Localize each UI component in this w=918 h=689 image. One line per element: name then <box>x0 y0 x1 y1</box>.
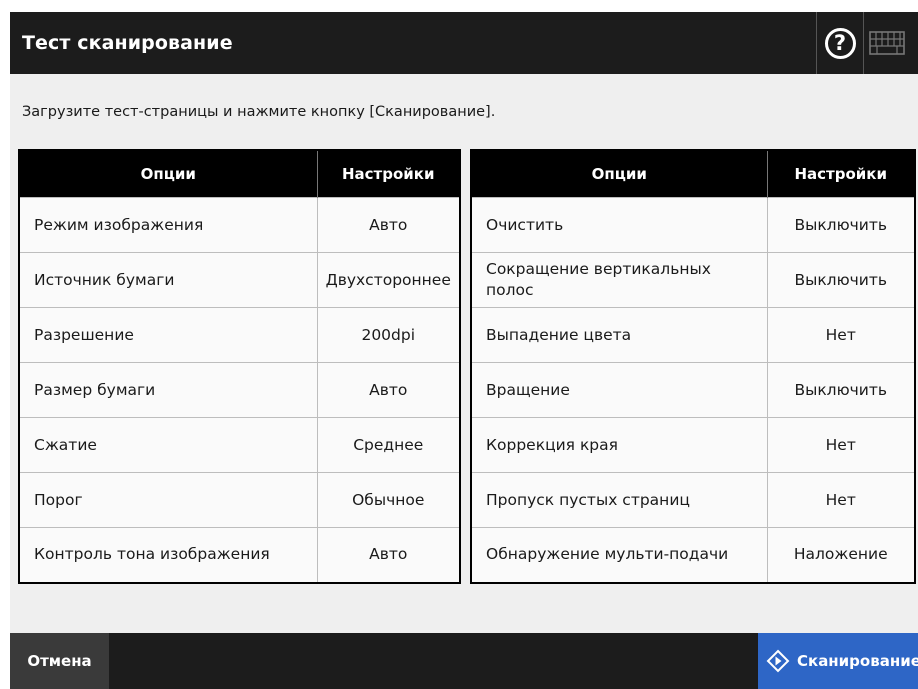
option-name: Очистить <box>471 197 767 253</box>
keyboard-button[interactable] <box>863 12 910 74</box>
scan-diamond-icon <box>766 649 790 673</box>
option-value: Выключить <box>766 197 915 253</box>
table-row: Очистить Выключить <box>471 197 915 253</box>
scan-test-screen: Тест сканирование ? Загрузите тест-стран… <box>10 12 918 689</box>
table-row: Разрешение 200dpi <box>19 307 460 363</box>
table-row: Вращение Выключить <box>471 362 915 418</box>
option-value: Выключить <box>766 252 915 308</box>
title-bar: Тест сканирование ? <box>10 12 918 74</box>
option-value: Выключить <box>766 362 915 418</box>
table-row: Размер бумаги Авто <box>19 362 460 418</box>
table-row: Контроль тона изображения Авто <box>19 527 460 583</box>
option-name: Источник бумаги <box>19 252 317 308</box>
table-header-row: Опции Настройки <box>19 150 460 198</box>
instruction-text: Загрузите тест-страницы и нажмите кнопку… <box>22 104 496 120</box>
option-name: Порог <box>19 472 317 528</box>
scan-button-label: Сканирование <box>797 652 918 670</box>
option-name: Вращение <box>471 362 767 418</box>
table-row: Обнаружение мульти-подачи Наложение <box>471 527 915 583</box>
column-header-settings: Настройки <box>317 150 460 198</box>
keyboard-icon <box>869 31 905 55</box>
table-row: Выпадение цвета Нет <box>471 307 915 363</box>
option-name: Разрешение <box>19 307 317 363</box>
option-name: Размер бумаги <box>19 362 317 418</box>
option-name: Пропуск пустых страниц <box>471 472 767 528</box>
footer-bar: Отмена Сканирование <box>10 633 918 689</box>
help-icon: ? <box>824 27 856 59</box>
scan-button[interactable]: Сканирование <box>758 633 918 689</box>
option-name: Сокращение вертикальных полос <box>471 252 767 308</box>
options-table-left: Опции Настройки Режим изображения Авто Ис… <box>18 149 461 584</box>
option-value: Нет <box>766 307 915 363</box>
page-title: Тест сканирование <box>22 32 233 54</box>
option-value: Обычное <box>316 472 460 528</box>
option-name: Контроль тона изображения <box>19 527 317 583</box>
table-row: Режим изображения Авто <box>19 197 460 253</box>
option-value: Наложение <box>766 527 915 583</box>
option-value: 200dpi <box>316 307 460 363</box>
option-value: Авто <box>316 362 460 418</box>
option-name: Режим изображения <box>19 197 317 253</box>
option-name: Выпадение цвета <box>471 307 767 363</box>
option-value: Нет <box>766 417 915 473</box>
cancel-button[interactable]: Отмена <box>10 633 109 689</box>
table-header-row: Опции Настройки <box>471 150 915 198</box>
column-header-options: Опции <box>471 150 768 198</box>
help-button[interactable]: ? <box>816 12 863 74</box>
option-value: Среднее <box>316 417 460 473</box>
option-value: Нет <box>766 472 915 528</box>
option-name: Сжатие <box>19 417 317 473</box>
table-row: Коррекция края Нет <box>471 417 915 473</box>
table-row: Сжатие Среднее <box>19 417 460 473</box>
option-value: Двухстороннее <box>316 252 460 308</box>
table-row: Источник бумаги Двухстороннее <box>19 252 460 308</box>
option-value: Авто <box>316 527 460 583</box>
options-table-right: Опции Настройки Очистить Выключить Сокращ… <box>470 149 916 584</box>
table-row: Сокращение вертикальных полос Выключить <box>471 252 915 308</box>
table-row: Порог Обычное <box>19 472 460 528</box>
option-name: Обнаружение мульти-подачи <box>471 527 767 583</box>
column-header-settings: Настройки <box>767 150 915 198</box>
column-header-options: Опции <box>19 150 318 198</box>
option-name: Коррекция края <box>471 417 767 473</box>
table-row: Пропуск пустых страниц Нет <box>471 472 915 528</box>
option-value: Авто <box>316 197 460 253</box>
